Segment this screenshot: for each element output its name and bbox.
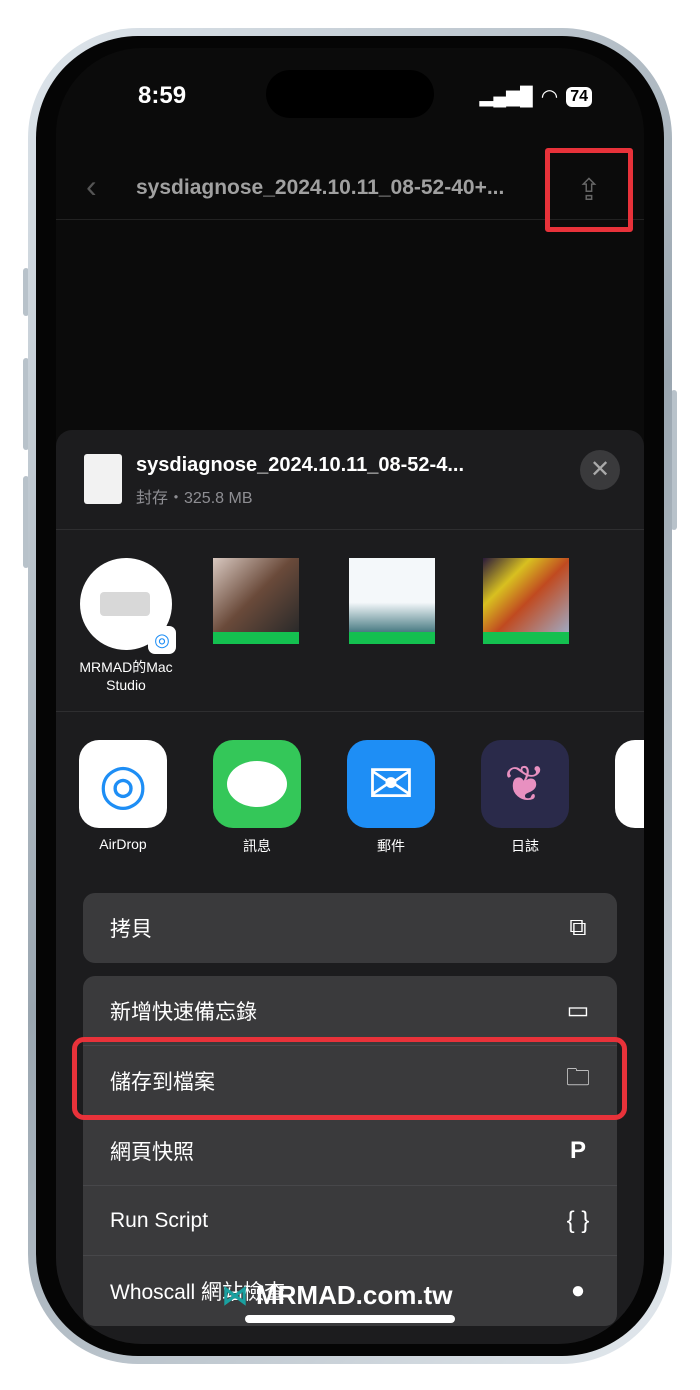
action-label: Run Script [110, 1208, 209, 1232]
back-chevron-icon[interactable]: ‹ [86, 168, 97, 205]
airdrop-badge-icon: ◎ [148, 626, 176, 654]
close-button[interactable]: ✕ [580, 450, 620, 490]
mrmad-logo-icon: ⋈ [222, 1280, 248, 1310]
freeform-icon: ◜ [615, 740, 644, 828]
app-mail[interactable]: ✉ 郵件 [345, 740, 437, 856]
watermark-text: MRMAD.com.tw [256, 1280, 453, 1310]
action-group-2: 新增快速備忘錄 ▭ 儲存到檔案 🗀 網頁快照 P Run Script{ } Whos… [83, 976, 617, 1326]
whoscall-icon: ● [570, 1277, 586, 1304]
apps-row: ◎ AirDrop 訊息 ✉ 郵件 ❦ 日誌 ◜無 [56, 712, 644, 890]
file-meta: 封存・325.8 MB [136, 490, 253, 507]
watermark: ⋈ MRMAD.com.tw [222, 1280, 452, 1311]
app-messages[interactable]: 訊息 [211, 740, 303, 856]
signal-icon: ▂▄▆█ [479, 86, 533, 106]
mac-studio-avatar: ◎ [80, 558, 176, 654]
app-label: 日誌 [511, 838, 539, 854]
nav-title: sysdiagnose_2024.10.11_08-52-40+... [136, 176, 505, 199]
screen: 8:59 ▂▄▆█ ◠ 74 ‹ sysdiagnose_2024.10.11_… [56, 48, 644, 1344]
action-group-1: 拷貝 ⧉ [83, 893, 617, 963]
person-mac-studio[interactable]: ◎ MRMAD的Mac Studio [76, 558, 176, 694]
messages-icon [213, 740, 301, 828]
save-to-files-highlight [72, 1037, 627, 1120]
action-run-script[interactable]: Run Script { } [83, 1186, 617, 1256]
app-journal[interactable]: ❦ 日誌 [479, 740, 571, 856]
mail-icon: ✉ [347, 740, 435, 828]
app-label: 郵件 [377, 838, 405, 854]
file-name: sysdiagnose_2024.10.11_08-52-4... [136, 454, 465, 476]
braces-icon: { } [566, 1206, 590, 1234]
pixelated-avatar [213, 558, 299, 644]
action-label: 新增快速備忘錄 [110, 1000, 257, 1024]
action-quick-note[interactable]: 新增快速備忘錄 ▭ [83, 976, 617, 1046]
app-freeform[interactable]: ◜無 [613, 740, 644, 856]
person-blurred[interactable] [342, 558, 442, 644]
journal-icon: ❦ [481, 740, 569, 828]
share-icon: ⇪ [576, 173, 602, 207]
status-bar: 8:59 ▂▄▆█ ◠ 74 [56, 70, 644, 118]
copy-icon: ⧉ [569, 914, 587, 941]
person-blurred[interactable] [476, 558, 576, 644]
people-row: ◎ MRMAD的Mac Studio [56, 530, 644, 712]
document-icon [84, 454, 122, 504]
pixelated-avatar [483, 558, 569, 644]
p-icon: P [569, 1136, 586, 1164]
person-blurred[interactable] [206, 558, 306, 644]
share-header: sysdiagnose_2024.10.11_08-52-4... 封存・325… [56, 430, 644, 530]
action-web-snapshot[interactable]: 網頁快照 P [83, 1116, 617, 1186]
status-time: 8:59 [138, 82, 187, 109]
action-label: 網頁快照 [110, 1140, 194, 1164]
home-indicator[interactable] [245, 1315, 455, 1323]
person-label: MRMAD的Mac Studio [79, 659, 173, 693]
action-label: 拷貝 [110, 918, 152, 941]
pixelated-avatar [349, 558, 435, 644]
battery-icon: 74 [566, 86, 592, 107]
wifi-icon: ◠ [540, 86, 559, 108]
app-label: 訊息 [243, 838, 271, 854]
share-sheet: sysdiagnose_2024.10.11_08-52-4... 封存・325… [56, 430, 644, 1344]
app-airdrop[interactable]: ◎ AirDrop [77, 740, 169, 852]
airdrop-icon: ◎ [79, 740, 167, 828]
share-button[interactable]: ⇪ [545, 148, 633, 232]
app-label: AirDrop [99, 836, 147, 852]
dynamic-island [266, 70, 434, 118]
quick-note-icon: ▭ [566, 997, 590, 1024]
action-copy[interactable]: 拷貝 ⧉ [83, 893, 617, 963]
